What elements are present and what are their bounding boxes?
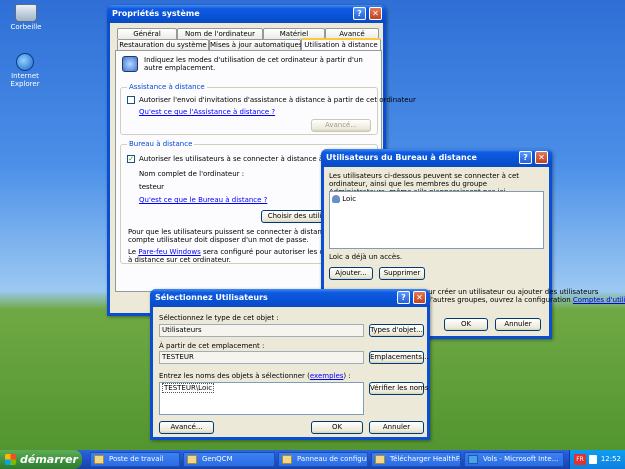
cancel-button[interactable]: Annuler (495, 318, 541, 331)
remote-desktop-checkbox[interactable]: ✓ (127, 155, 135, 163)
taskbar: démarrer Poste de travail GenQCM Panneau… (0, 450, 625, 469)
help-button[interactable]: ? (519, 151, 532, 164)
remote-desktop-label: Bureau à distance (127, 140, 195, 148)
accounts-hint-pre: à d'autres groupes, ouvrez la configurat… (420, 296, 573, 304)
taskbar-item-label: Télécharger HealthF... (390, 455, 461, 463)
control-panel-icon (282, 455, 292, 464)
select-users-dialog: Sélectionnez Utilisateurs ? ✕ Sélectionn… (150, 289, 430, 440)
select-users-titlebar: Sélectionnez Utilisateurs ? ✕ (150, 289, 430, 307)
object-names-label: Entrez les noms des objets à sélectionne… (159, 372, 351, 380)
ok-button[interactable]: OK (311, 421, 363, 434)
firewall-link[interactable]: Pare-feu Windows (138, 248, 200, 256)
internet-explorer-shortcut[interactable]: Internet Explorer (1, 53, 49, 88)
cancel-button[interactable]: Annuler (369, 421, 424, 434)
system-tray: FR 12:52 (569, 450, 625, 469)
taskbar-item-label: Poste de travail (109, 455, 164, 463)
tab-system-restore[interactable]: Restauration du système (117, 39, 209, 50)
recycle-bin-label: Corbeille (10, 23, 42, 31)
user-accounts-link[interactable]: Comptes d'utilisateurs (573, 296, 625, 304)
password-note-line2: compte utilisateur doit disposer d'un mo… (128, 236, 309, 244)
list-item[interactable]: Loic (332, 195, 356, 203)
ok-button[interactable]: OK (444, 318, 488, 331)
tab-automatic-updates[interactable]: Mises à jour automatiques (209, 39, 302, 50)
remote-assistance-checkbox-label: Autoriser l'envoi d'invitations d'assist… (139, 96, 416, 104)
help-button[interactable]: ? (353, 7, 366, 20)
object-names-label-post: ) : (343, 372, 351, 380)
object-name-entry: TESTEUR\Loic (162, 383, 215, 393)
firewall-note-pre: Le (128, 248, 139, 256)
taskbar-item[interactable]: Poste de travail (90, 452, 180, 467)
remote-desktop-users-titlebar: Utilisateurs du Bureau à distance ? ✕ (321, 149, 552, 167)
examples-link[interactable]: exemples (310, 372, 344, 380)
recycle-bin-icon (15, 4, 37, 22)
remote-assistance-advanced-button[interactable]: Avancé... (311, 119, 371, 132)
object-names-input[interactable]: TESTEUR\Loic (159, 382, 364, 415)
tab-remote[interactable]: Utilisation à distance (301, 38, 381, 50)
object-type-field: Utilisateurs (159, 324, 364, 337)
remote-desktop-help-link[interactable]: Qu'est ce que le Bureau à distance ? (139, 196, 267, 204)
location-field: TESTEUR (159, 351, 364, 364)
remove-user-button[interactable]: Supprimer (379, 267, 425, 280)
start-button[interactable]: démarrer (0, 450, 82, 469)
user-icon (332, 195, 340, 203)
close-button[interactable]: ✕ (535, 151, 548, 164)
volume-icon[interactable] (589, 455, 597, 464)
language-indicator[interactable]: FR (574, 454, 586, 465)
object-names-label-pre: Entrez les noms des objets à sélectionne… (159, 372, 310, 380)
remote-assistance-label: Assistance à distance (127, 83, 207, 91)
taskbar-item-label: Panneau de configur... (297, 455, 368, 463)
remote-assistance-group: Assistance à distance Autoriser l'envoi … (120, 83, 416, 135)
taskbar-item[interactable]: Télécharger HealthF... (371, 452, 461, 467)
close-button[interactable]: ✕ (369, 7, 382, 20)
taskbar-item[interactable]: GenQCM (183, 452, 275, 467)
accounts-hint-line2: à d'autres groupes, ouvrez la configurat… (420, 296, 625, 304)
user-name: Loic (342, 195, 357, 203)
tab-computer-name[interactable]: Nom de l'ordinateur (177, 28, 263, 39)
full-computer-name-label: Nom complet de l'ordinateur : (139, 170, 245, 178)
firewall-note-line2: à distance sur cet ordinateur. (128, 256, 231, 264)
folder-icon (187, 455, 197, 464)
tab-general[interactable]: Général (117, 28, 177, 39)
object-type-label: Sélectionnez le type de cet objet : (159, 314, 279, 322)
locations-button[interactable]: Emplacements... (369, 351, 429, 364)
select-users-title: Sélectionnez Utilisateurs (155, 293, 268, 302)
location-label: À partir de cet emplacement : (159, 342, 265, 350)
check-names-button[interactable]: Vérifier les noms (369, 382, 429, 395)
help-button[interactable]: ? (397, 291, 410, 304)
start-label: démarrer (20, 453, 78, 466)
remote-assistance-help-link[interactable]: Qu'est ce que l'Assistance à distance ? (139, 108, 275, 116)
rd-users-title: Utilisateurs du Bureau à distance (326, 153, 477, 162)
access-status: Loic a déjà un accès. (329, 253, 403, 261)
my-computer-icon (94, 455, 104, 464)
recycle-bin-shortcut[interactable]: Corbeille (1, 4, 51, 31)
windows-logo-icon (5, 454, 16, 465)
remote-computer-icon (122, 56, 138, 72)
close-button[interactable]: ✕ (413, 291, 426, 304)
accounts-hint-line1: Pour créer un utilisateur ou ajouter des… (420, 288, 599, 296)
taskbar-item-label: GenQCM (202, 455, 233, 463)
taskbar-item[interactable]: Panneau de configur... (278, 452, 368, 467)
full-computer-name-value: testeur (139, 183, 165, 191)
internet-explorer-label: Internet Explorer (10, 72, 40, 88)
add-user-button[interactable]: Ajouter... (329, 267, 373, 280)
advanced-button[interactable]: Avancé... (159, 421, 214, 434)
object-types-button[interactable]: Types d'objet... (369, 324, 424, 337)
system-properties-titlebar: Propriétés système ? ✕ (107, 5, 386, 23)
internet-explorer-icon (16, 53, 34, 71)
download-icon (375, 455, 385, 464)
clock[interactable]: 12:52 (601, 450, 621, 469)
remote-assistance-checkbox[interactable] (127, 96, 135, 104)
window-title: Propriétés système (112, 9, 200, 18)
taskbar-item[interactable]: Vols - Microsoft Inte... (464, 452, 564, 467)
intro-text: Indiquez les modes d'utilisation de cet … (144, 56, 363, 72)
users-list[interactable]: Loic (329, 191, 544, 249)
taskbar-item-label: Vols - Microsoft Inte... (483, 455, 559, 463)
internet-explorer-icon (468, 455, 478, 464)
